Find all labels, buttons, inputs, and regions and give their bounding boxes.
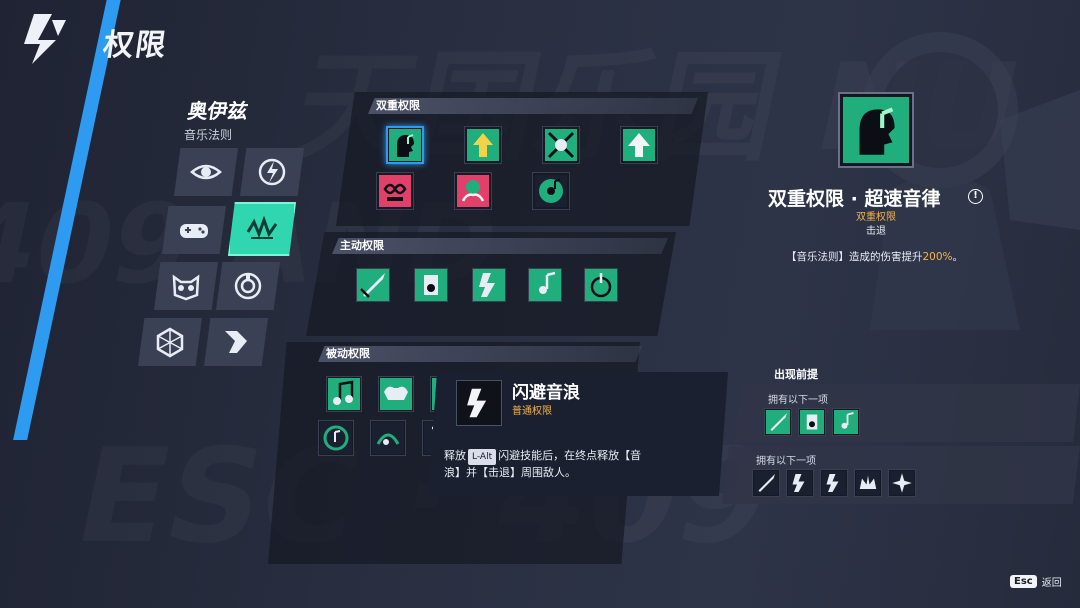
tile-eye[interactable] [174, 148, 238, 196]
prereq-group-2-icon-3[interactable] [820, 469, 848, 497]
crown-icon [856, 471, 880, 495]
music-disc-icon [535, 175, 567, 207]
character-subtitle: 音乐法则 [184, 128, 233, 142]
character-portrait [862, 32, 1080, 330]
perk-passive-music-note[interactable] [326, 376, 362, 412]
note-hand-icon [834, 410, 858, 434]
detail-title: 双重权限 · 超速音律 [768, 188, 941, 210]
dash-icon [473, 269, 505, 301]
gamepad-icon [180, 224, 208, 238]
tile-ring[interactable] [216, 262, 280, 310]
prereq-group-1-icon-3[interactable] [832, 408, 860, 436]
perk-dual-music-head[interactable] [386, 126, 424, 164]
music-head-icon [389, 129, 421, 161]
infinity-face-icon [379, 175, 411, 207]
sword-icon [754, 471, 778, 495]
esc-key-badge: Esc [1010, 575, 1037, 588]
dual-section-header: 双重权限 [368, 98, 698, 114]
note-swirl-icon [372, 422, 404, 454]
music-head-icon [843, 97, 909, 163]
muscle-icon [380, 378, 412, 410]
tooltip-icon-frame [456, 380, 502, 426]
esc-back-button[interactable]: Esc 返回 [1010, 574, 1062, 589]
prereq-group-1-icon-1[interactable] [764, 408, 792, 436]
perk-dual-music-disc[interactable] [532, 172, 570, 210]
detail-desc-pre: 【音乐法则】造成的伤害提升 [786, 251, 923, 263]
sword-icon [357, 269, 389, 301]
prereq-group-2-icon-4[interactable] [854, 469, 882, 497]
perk-tooltip: 闪避音浪 普通权限 释放 L-Alt 闪避技能后，在终点释放【音浪】并【击退】周围敌… [428, 372, 728, 496]
tooltip-description: 释放 L-Alt 闪避技能后，在终点释放【音浪】并【击退】周围敌人。 [444, 448, 654, 481]
prereq-group-2-icon-1[interactable] [752, 469, 780, 497]
octopus-icon [457, 175, 489, 207]
tile-gamepad[interactable] [162, 206, 226, 254]
prereq-group-2-icon-5[interactable] [888, 469, 916, 497]
character-name: 奥伊兹 [186, 99, 250, 123]
note-hand-icon [529, 269, 561, 301]
perk-active-sword[interactable] [356, 268, 390, 302]
perk-passive-note-swirl[interactable] [370, 420, 406, 456]
tile-rune[interactable] [204, 318, 268, 366]
perk-active-music-spiral[interactable] [584, 268, 618, 302]
tile-owl[interactable] [154, 262, 218, 310]
prereq-title: 出现前提 [774, 368, 818, 381]
perk-dual-arrow-up-green[interactable] [464, 126, 502, 164]
perk-active-note-hand[interactable] [528, 268, 562, 302]
perk-dual-infinity-face[interactable] [376, 172, 414, 210]
perk-active-speaker[interactable] [414, 268, 448, 302]
perk-passive-note-circle[interactable] [318, 420, 354, 456]
perk-dual-octopus[interactable] [454, 172, 492, 210]
arrow-up-green-icon [467, 129, 499, 161]
prereq-group-2-icon-2[interactable] [786, 469, 814, 497]
detail-desc-value: 200% [922, 251, 953, 263]
tooltip-desc-pre: 释放 [444, 449, 466, 462]
dash-icon [822, 471, 846, 495]
lightning-slash-icon [258, 158, 286, 186]
lightning-burst-icon [545, 129, 577, 161]
perk-dual-arrow-up-white[interactable] [620, 126, 658, 164]
perk-passive-muscle[interactable] [378, 376, 414, 412]
passive-section-header: 被动权限 [318, 346, 642, 362]
eye-icon [190, 164, 222, 180]
ring-icon [234, 272, 262, 300]
note-circle-icon [320, 422, 352, 454]
prereq-group-1-label: 拥有以下一项 [768, 395, 828, 406]
owl-mask-icon [172, 274, 200, 301]
perk-dual-lightning-burst[interactable] [542, 126, 580, 164]
tile-lightning[interactable] [240, 148, 304, 196]
perk-active-dash[interactable] [472, 268, 506, 302]
detail-icon-frame [838, 92, 914, 168]
music-spiral-icon [585, 269, 617, 301]
rune-icon [225, 331, 247, 353]
arrow-up-white-icon [623, 129, 655, 161]
prereq-group-1-icon-2[interactable] [798, 408, 826, 436]
detail-desc-post: 。 [952, 251, 964, 263]
dash-icon [460, 384, 498, 422]
tooltip-type: 普通权限 [512, 406, 552, 417]
speaker-icon [800, 410, 824, 434]
sword-icon [766, 410, 790, 434]
game-logo [24, 14, 66, 64]
page-title: 权限 [101, 28, 170, 63]
detail-type: 双重权限 [856, 212, 896, 223]
burst-icon [890, 471, 914, 495]
esc-back-label: 返回 [1041, 578, 1062, 589]
music-note-icon [328, 378, 360, 410]
detail-description: 【音乐法则】造成的伤害提升200%。 [786, 249, 963, 264]
tooltip-title: 闪避音浪 [512, 383, 580, 403]
detail-tag: 击退 [866, 226, 886, 237]
music-wave-icon [246, 215, 278, 239]
tile-music-wave-active[interactable] [228, 202, 296, 256]
info-icon[interactable]: ! [968, 189, 983, 204]
tile-cube[interactable] [138, 318, 202, 366]
dash-icon [788, 471, 812, 495]
active-section-header: 主动权限 [332, 238, 668, 254]
cube-icon [156, 327, 184, 358]
key-badge: L-Alt [468, 449, 497, 465]
speaker-icon [415, 269, 447, 301]
prereq-group-2-label: 拥有以下一项 [756, 456, 816, 467]
